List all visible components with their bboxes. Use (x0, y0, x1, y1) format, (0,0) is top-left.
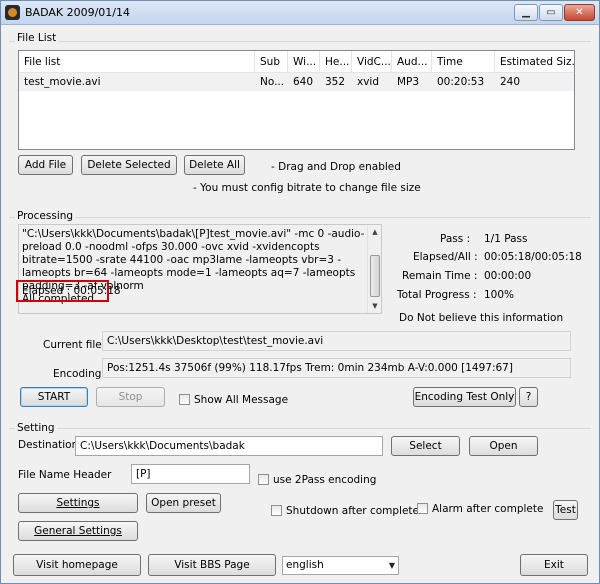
column-header-file-list[interactable]: File list (19, 51, 255, 73)
language-select[interactable]: english ▼ (282, 556, 399, 575)
pass-value: 1/1 Pass (484, 233, 528, 245)
elapsed-all-label: Elapsed/All : (413, 251, 478, 263)
current-file-label: Current file : (43, 339, 109, 351)
encoding-test-only-button[interactable]: Encoding Test Only (413, 387, 516, 407)
current-file-field: C:\Users\kkk\Desktop\test\test_movie.avi (102, 331, 571, 351)
cell-time: 00:20:53 (437, 76, 485, 88)
general-settings-button[interactable]: General Settings (18, 521, 138, 541)
file-list-group-label: File List (15, 32, 59, 44)
add-file-button[interactable]: Add File (18, 155, 73, 175)
cell-file-name: test_movie.avi (24, 76, 101, 88)
column-header-width[interactable]: Wi... (288, 51, 320, 73)
language-select-value: english (286, 559, 324, 571)
scroll-up-icon[interactable]: ▲ (368, 225, 381, 239)
alarm-after-complete-checkbox[interactable]: Alarm after complete (417, 503, 543, 517)
file-list-group-line (9, 41, 591, 42)
show-all-message-checkbox[interactable]: Show All Message (179, 394, 288, 408)
file-listview-header: File list Sub Wi... He... VidC... Aud...… (19, 51, 574, 73)
close-button[interactable]: ✕ (564, 4, 595, 21)
scroll-thumb[interactable] (370, 255, 380, 297)
select-button[interactable]: Select (391, 436, 460, 456)
cell-height: 352 (325, 76, 346, 88)
visit-homepage-button[interactable]: Visit homepage (13, 554, 141, 576)
log-scrollbar[interactable]: ▲ ▼ (367, 225, 381, 313)
column-header-sub[interactable]: Sub (255, 51, 288, 73)
table-row[interactable]: test_movie.avi No... 640 352 xvid MP3 00… (19, 73, 574, 91)
file-name-header-label: File Name Header (18, 469, 112, 481)
file-listview[interactable]: File list Sub Wi... He... VidC... Aud...… (18, 50, 575, 150)
remain-time-value: 00:00:00 (484, 270, 532, 282)
open-preset-button[interactable]: Open preset (146, 493, 221, 513)
checkbox-box[interactable] (271, 505, 282, 516)
column-header-time[interactable]: Time (432, 51, 495, 73)
visit-bbs-page-button[interactable]: Visit BBS Page (148, 554, 276, 576)
destination-input[interactable]: C:\Users\kkk\Documents\badak (75, 436, 383, 456)
window-title: BADAK 2009/01/14 (25, 6, 130, 19)
shutdown-after-complete-label: Shutdown after complete (286, 505, 419, 517)
checkbox-box[interactable] (417, 503, 428, 514)
chevron-down-icon[interactable]: ▼ (389, 557, 395, 574)
encoding-status-field: Pos:1251.4s 37506f (99%) 118.17fps Trem:… (102, 358, 571, 378)
show-all-message-label: Show All Message (194, 394, 289, 406)
elapsed-highlight-box (16, 280, 109, 302)
file-name-header-input[interactable]: [P] (131, 464, 250, 484)
alarm-after-complete-label: Alarm after complete (432, 503, 544, 515)
column-header-audio-codec[interactable]: Aud... (392, 51, 432, 73)
use-2pass-label: use 2Pass encoding (273, 474, 377, 486)
total-progress-value: 100% (484, 289, 515, 301)
cell-audio-codec: MP3 (397, 76, 420, 88)
cell-video-codec: xvid (357, 76, 380, 88)
elapsed-all-value: 00:05:18/00:05:18 (484, 251, 582, 263)
do-not-believe-note: Do Not believe this information (399, 312, 564, 324)
delete-all-button[interactable]: Delete All (184, 155, 245, 175)
use-2pass-checkbox[interactable]: use 2Pass encoding (258, 474, 376, 488)
processing-group-line (9, 217, 591, 218)
title-bar: BADAK 2009/01/14 ▁ ▭ ✕ (1, 1, 599, 25)
processing-group-label: Processing (15, 210, 76, 222)
scroll-down-icon[interactable]: ▼ (368, 299, 381, 313)
setting-group-label: Setting (15, 422, 57, 434)
cell-estimated-size: 240 (500, 76, 521, 88)
column-header-estimated-size[interactable]: Estimated Siz... (495, 51, 574, 73)
cell-sub: No... (260, 76, 285, 88)
settings-button[interactable]: Settings (18, 493, 138, 513)
checkbox-box[interactable] (179, 394, 190, 405)
remain-time-label: Remain Time : (402, 270, 478, 282)
main-window: BADAK 2009/01/14 ▁ ▭ ✕ File List File li… (0, 0, 600, 584)
setting-group-line (9, 428, 591, 429)
delete-selected-button[interactable]: Delete Selected (81, 155, 177, 175)
drag-drop-note: - Drag and Drop enabled (271, 161, 401, 173)
shutdown-after-complete-checkbox[interactable]: Shutdown after complete (271, 505, 419, 519)
test-button[interactable]: Test (553, 500, 578, 520)
cell-width: 640 (293, 76, 314, 88)
destination-label: Destination (18, 439, 79, 451)
checkbox-box[interactable] (258, 474, 269, 485)
column-header-height[interactable]: He... (320, 51, 352, 73)
app-icon (5, 5, 20, 20)
pass-label: Pass : (440, 233, 471, 245)
bitrate-note: - You must config bitrate to change file… (193, 182, 421, 194)
general-settings-button-label: General Settings (34, 525, 122, 537)
stop-button[interactable]: Stop (96, 387, 165, 407)
exit-button[interactable]: Exit (520, 554, 588, 576)
minimize-button[interactable]: ▁ (514, 4, 538, 21)
start-button[interactable]: START (20, 387, 88, 407)
total-progress-label: Total Progress : (397, 289, 477, 301)
column-header-video-codec[interactable]: VidC... (352, 51, 392, 73)
settings-button-label: Settings (56, 497, 100, 509)
help-button[interactable]: ? (519, 387, 538, 407)
maximize-button[interactable]: ▭ (539, 4, 563, 21)
open-button[interactable]: Open (469, 436, 538, 456)
encoding-label: Encoding (53, 368, 102, 380)
